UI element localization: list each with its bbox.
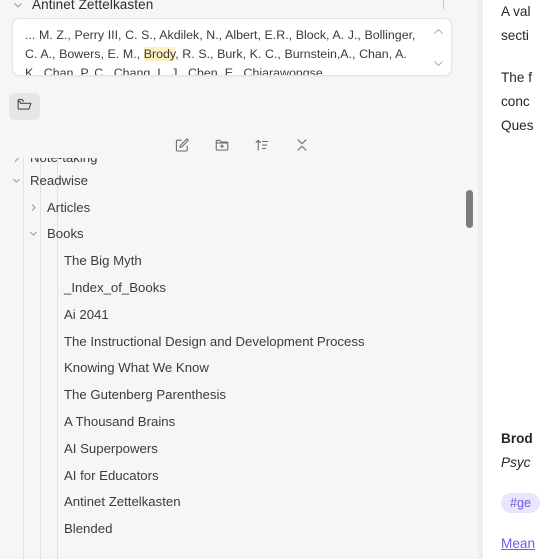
tree-item-label: Ai 2041	[64, 306, 109, 322]
tree-item-readwise[interactable]: Readwise	[0, 167, 478, 194]
sidebar-tab-file-explorer[interactable]	[9, 93, 40, 120]
sidebar-panel: Antinet Zettelkasten ... M. Z., Perry II…	[0, 0, 478, 559]
chevron-down-icon[interactable]	[27, 227, 40, 240]
chevron-right-icon[interactable]	[27, 201, 40, 214]
tree-item-articles[interactable]: Articles	[0, 194, 478, 221]
collapse-all-icon	[294, 137, 310, 158]
note-line: conc	[501, 94, 530, 109]
pencil-square-icon	[174, 137, 190, 158]
tree-item-label: Articles	[47, 199, 91, 215]
citation-text-box[interactable]: ... M. Z., Perry III, C. S., Akdilek, N.…	[12, 18, 452, 76]
folder-tree[interactable]: Note-taking Readwise Articles Books The Big …	[0, 158, 478, 559]
tree-item-label: _Index_of_Books	[64, 279, 166, 295]
note-body-spacer	[501, 138, 548, 427]
chevron-right-icon[interactable]	[10, 158, 23, 165]
note-editor-pane[interactable]: A val secti The f conc Ques Brod Psyc #g…	[483, 0, 548, 559]
app-window: Antinet Zettelkasten ... M. Z., Perry II…	[0, 0, 548, 559]
note-line: The f	[501, 70, 532, 85]
tree-item-antinet-zettelkasten[interactable]: Antinet Zettelkasten	[0, 489, 478, 516]
note-link[interactable]: Mean	[501, 536, 535, 551]
tree-scrollbar-thumb[interactable]	[466, 190, 473, 228]
tree-item-label: AI Superpowers	[64, 440, 158, 456]
tree-item-label: Knowing What We Know	[64, 360, 209, 376]
citation-highlight: Brody	[143, 47, 176, 61]
tree-item-label: The Gutenberg Parenthesis	[64, 387, 227, 403]
tree-row-container: Note-taking Readwise Articles Books The Big …	[0, 158, 478, 542]
citation-text: ... M. Z., Perry III, C. S., Akdilek, N.…	[25, 26, 425, 75]
tree-item-knowing-what-we-know[interactable]: Knowing What We Know	[0, 355, 478, 382]
chevron-up-icon[interactable]	[432, 25, 445, 38]
folder-plus-icon	[214, 137, 230, 158]
tree-scrollbar-track[interactable]	[465, 158, 474, 559]
tree-item-the-gutenberg-parenthesis[interactable]: The Gutenberg Parenthesis	[0, 381, 478, 408]
folder-icon	[16, 96, 33, 118]
tree-item-a-thousand-brains[interactable]: A Thousand Brains	[0, 408, 478, 435]
tree-item-label: Readwise	[30, 172, 88, 188]
note-line: A val	[501, 4, 531, 19]
tree-item-label: A Thousand Brains	[64, 413, 176, 429]
tree-item-books[interactable]: Books	[0, 221, 478, 248]
tree-item-label: The Instructional Design and Development…	[64, 333, 365, 349]
note-tag[interactable]: #ge	[501, 493, 541, 513]
tree-item-ai-for-educators[interactable]: AI for Educators	[0, 462, 478, 489]
tree-item-label: Blended	[64, 521, 113, 537]
tree-item-label: Note-taking	[30, 158, 97, 165]
note-author: Brod	[501, 431, 533, 446]
citation-popover: Antinet Zettelkasten ... M. Z., Perry II…	[0, 0, 478, 86]
chevron-down-icon[interactable]	[12, 0, 24, 10]
note-content: A val secti The f conc Ques Brod Psyc #g…	[501, 0, 548, 553]
citation-title: Antinet Zettelkasten	[32, 0, 154, 12]
link-spacer	[501, 513, 548, 535]
tree-item-blended[interactable]: Blended	[0, 515, 478, 542]
new-folder-button[interactable]	[209, 134, 235, 160]
tree-item-label: Antinet Zettelkasten	[64, 494, 181, 510]
tree-item-label: The Big Myth	[64, 253, 142, 269]
chevron-down-icon[interactable]	[10, 174, 23, 187]
tag-spacer	[501, 475, 548, 493]
tab-strip	[0, 86, 478, 128]
citation-header[interactable]: Antinet Zettelkasten	[12, 0, 153, 13]
tree-item-label: AI for Educators	[64, 467, 159, 483]
tree-item-index-of-books[interactable]: _Index_of_Books	[0, 274, 478, 301]
chevron-down-icon-scroll[interactable]	[432, 57, 445, 70]
tree-item-the-instructional-design-and-development-process[interactable]: The Instructional Design and Development…	[0, 328, 478, 355]
tree-item-label: Books	[47, 226, 84, 242]
note-source: Psyc	[501, 455, 531, 470]
tree-item-ai-2041[interactable]: Ai 2041	[0, 301, 478, 328]
new-note-button[interactable]	[169, 134, 195, 160]
change-sort-order-button[interactable]	[249, 134, 275, 160]
note-line: secti	[501, 28, 529, 43]
sort-ascending-icon	[254, 137, 270, 158]
collapse-all-button[interactable]	[289, 134, 315, 160]
tree-item-the-big-myth[interactable]: The Big Myth	[0, 247, 478, 274]
header-tick-mark	[443, 0, 444, 9]
note-line: Ques	[501, 118, 534, 133]
tree-item-note-taking[interactable]: Note-taking	[0, 158, 478, 167]
tree-item-ai-superpowers[interactable]: AI Superpowers	[0, 435, 478, 462]
